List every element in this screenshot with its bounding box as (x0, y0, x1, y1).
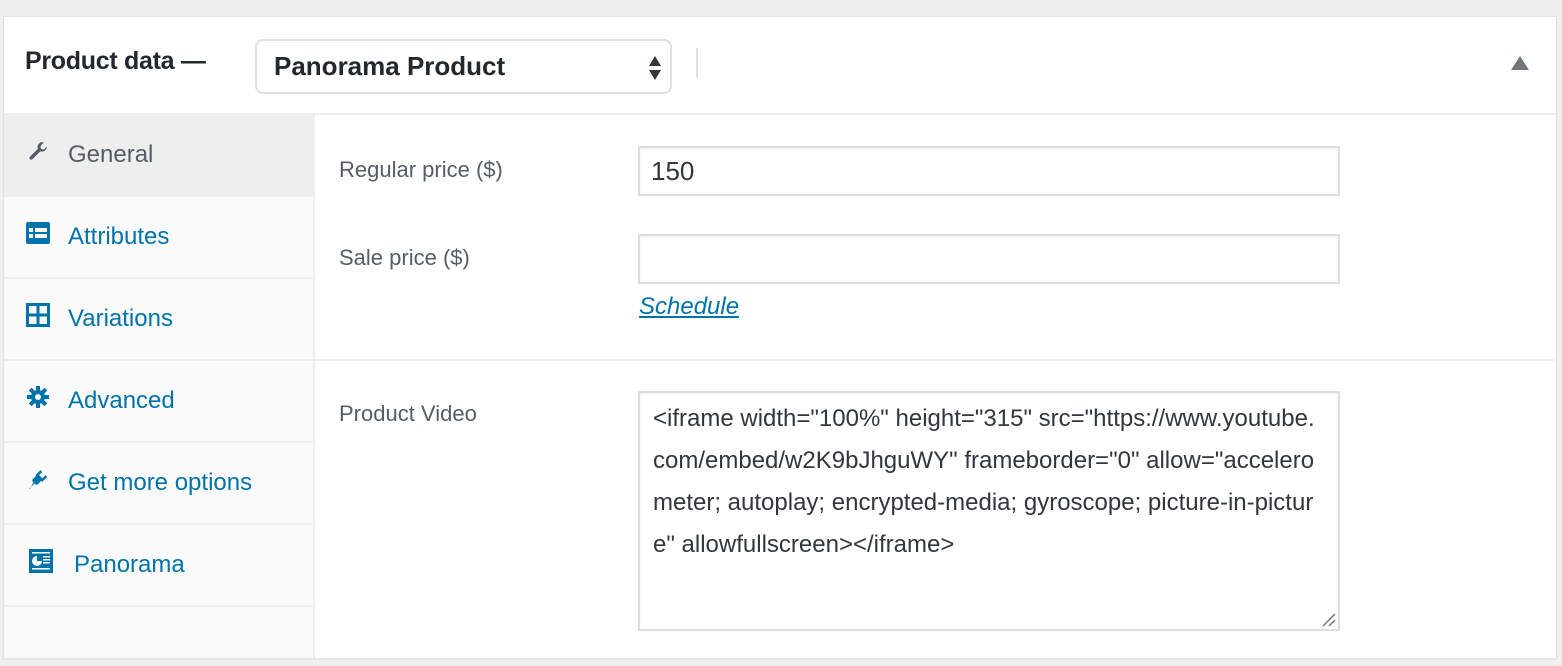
tab-label: Attributes (68, 223, 170, 250)
tab-label: Get more options (68, 469, 253, 496)
tab-panorama[interactable]: Panorama (4, 525, 313, 607)
list-card-icon (26, 221, 50, 245)
schedule-link[interactable]: Schedule (639, 293, 739, 321)
collapse-toggle-icon[interactable] (1510, 55, 1530, 71)
product-data-tabs: General Attributes Variations Advanced G… (4, 115, 315, 658)
tab-general[interactable]: General (4, 115, 313, 197)
plug-icon (26, 467, 50, 491)
general-panel: Regular price ($) Sale price ($) Schedul… (315, 115, 1556, 658)
tab-label: Advanced (68, 387, 175, 414)
video-group: Product Video <iframe width="100%" heigh… (315, 361, 1556, 661)
resize-handle-icon[interactable] (1320, 611, 1336, 627)
product-video-textarea[interactable]: <iframe width="100%" height="315" src="h… (638, 391, 1340, 631)
product-type-select[interactable]: Panorama Product (255, 39, 672, 94)
wrench-icon (26, 139, 50, 163)
sale-price-label: Sale price ($) (339, 245, 470, 270)
gear-icon (26, 385, 50, 409)
tab-label: Panorama (74, 551, 185, 578)
tab-get-more-options[interactable]: Get more options (4, 443, 313, 525)
product-video-label: Product Video (339, 401, 477, 426)
panel-header: Product data — Panorama Product (4, 17, 1556, 115)
panorama-icon (29, 549, 53, 573)
regular-price-label: Regular price ($) (339, 157, 503, 182)
grid-icon (26, 303, 50, 327)
panel-title: Product data — (25, 47, 206, 75)
product-data-panel: Product data — Panorama Product General (3, 16, 1557, 659)
product-type-selected: Panorama Product (274, 51, 506, 81)
sale-price-input[interactable] (638, 234, 1340, 284)
regular-price-input[interactable] (638, 146, 1340, 196)
tab-label: Variations (68, 305, 173, 332)
tab-advanced[interactable]: Advanced (4, 361, 313, 443)
tab-variations[interactable]: Variations (4, 279, 313, 361)
select-arrows-icon (649, 56, 661, 80)
pricing-group: Regular price ($) Sale price ($) Schedul… (315, 115, 1556, 361)
header-divider (696, 48, 698, 78)
tab-label: General (68, 141, 154, 168)
tab-attributes[interactable]: Attributes (4, 197, 313, 279)
